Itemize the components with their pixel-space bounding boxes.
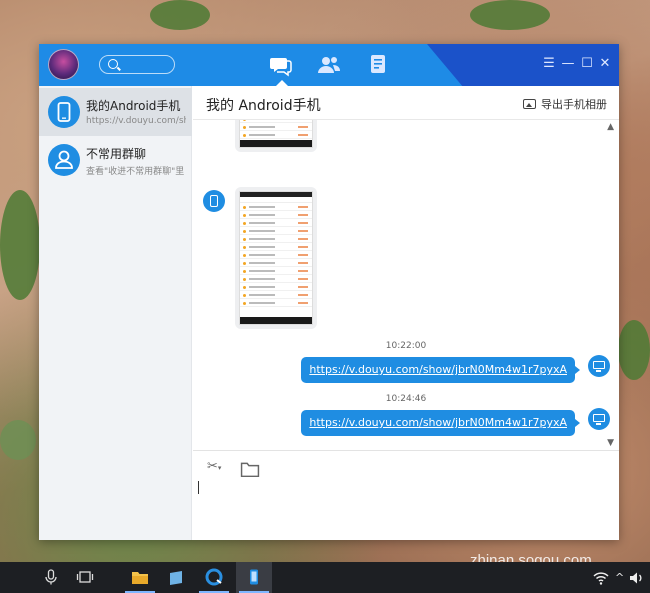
chat-title: 我的 Android手机 [206, 98, 321, 114]
files-icon[interactable] [367, 53, 391, 77]
message-timestamp: 10:24:46 [385, 394, 427, 404]
volume-icon[interactable] [628, 569, 646, 587]
screenshot-scissors-icon[interactable]: ✂▾ [207, 459, 229, 477]
foliage [0, 190, 40, 300]
contacts-icon[interactable] [317, 53, 341, 77]
scroll-up-icon[interactable]: ▲ [607, 122, 614, 132]
phone-screenshot [239, 120, 313, 148]
computer-avatar [588, 355, 610, 377]
contact-list: 我的Android手机 https://v.douyu.com/sho 不常用群… [39, 86, 192, 540]
message-timestamp: 10:22:00 [385, 341, 427, 351]
picture-icon [523, 99, 536, 109]
browser-icon[interactable] [205, 568, 223, 586]
link-message[interactable]: https://v.douyu.com/show/jbrN0Mm4w1r7pyx… [301, 357, 580, 383]
store-icon[interactable] [167, 568, 185, 586]
scroll-down-icon[interactable]: ▼ [607, 438, 614, 448]
group-chat-icon [48, 144, 80, 176]
wifi-icon[interactable] [592, 569, 610, 587]
maximize-icon[interactable]: ☐ [579, 56, 595, 72]
contact-last-message: 查看"收进不常用群聊"里 [86, 167, 185, 177]
chat-header: 我的 Android手机 导出手机相册 [193, 86, 619, 120]
text-cursor [198, 481, 199, 494]
export-photos-label: 导出手机相册 [541, 98, 607, 111]
device-avatar [203, 190, 225, 212]
export-photos-button[interactable]: 导出手机相册 [523, 96, 607, 112]
phone-screenshot [239, 191, 313, 325]
file-explorer-icon[interactable] [131, 568, 149, 586]
qq-window: ☰ — ☐ ✕ 我的Android手机 https://v.douyu.com/… [39, 44, 619, 540]
watermark-logo: 搜狗指南 [474, 511, 587, 541]
menu-icon[interactable]: ☰ [541, 56, 557, 72]
link-message[interactable]: https://v.douyu.com/show/jbrN0Mm4w1r7pyx… [301, 410, 580, 436]
close-icon[interactable]: ✕ [597, 56, 613, 72]
contact-name: 不常用群聊 [86, 147, 147, 161]
foliage [150, 0, 210, 30]
image-message[interactable] [235, 187, 317, 329]
task-view-icon[interactable] [76, 568, 94, 586]
contact-my-android[interactable]: 我的Android手机 https://v.douyu.com/sho [39, 88, 192, 136]
chat-icon[interactable] [269, 53, 293, 77]
search-icon [108, 59, 118, 69]
contact-last-message: https://v.douyu.com/sho [86, 116, 186, 126]
message-list[interactable]: ▲ 10:22:00 https://v.douyu.com/show/jbrN… [193, 120, 619, 450]
microphone-icon[interactable] [42, 568, 60, 586]
foliage [0, 420, 36, 460]
contact-uncommon-groups[interactable]: 不常用群聊 查看"收进不常用群聊"里 [39, 136, 192, 184]
computer-avatar [588, 408, 610, 430]
phone-icon [48, 96, 80, 128]
folder-icon[interactable] [239, 460, 261, 478]
title-bar: ☰ — ☐ ✕ [39, 44, 619, 86]
tray-expand-icon[interactable]: ^ [615, 571, 624, 584]
search-input[interactable] [99, 55, 175, 74]
image-message[interactable] [235, 120, 317, 152]
taskbar: ^ [0, 562, 650, 593]
foliage [618, 320, 650, 380]
user-avatar[interactable] [48, 49, 79, 80]
phone-app-icon[interactable] [245, 568, 263, 586]
contact-name: 我的Android手机 [86, 99, 181, 113]
minimize-icon[interactable]: — [560, 56, 576, 72]
foliage [470, 0, 550, 30]
